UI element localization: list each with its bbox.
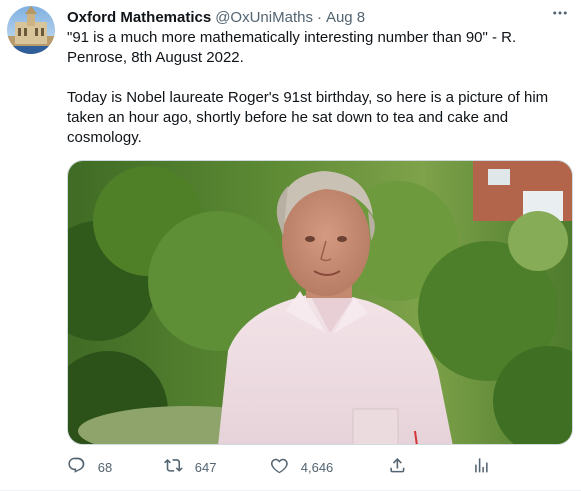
- more-horizontal-icon: [551, 4, 569, 27]
- more-options-button[interactable]: [548, 5, 572, 25]
- like-button[interactable]: 4,646: [270, 455, 333, 479]
- tweet-article: Oxford Mathematics @OxUniMaths · Aug 8 "…: [0, 0, 581, 491]
- analytics-icon: [472, 456, 491, 478]
- heart-icon: [270, 456, 289, 478]
- tweet-date[interactable]: Aug 8: [326, 9, 365, 26]
- author-avatar[interactable]: [7, 6, 55, 54]
- tweet-actions: 68 647 4,646: [67, 455, 497, 479]
- analytics-button[interactable]: [472, 455, 491, 479]
- retweet-button[interactable]: 647: [164, 455, 216, 479]
- separator-dot: ·: [316, 8, 322, 26]
- share-icon: [388, 456, 407, 478]
- like-count: 4,646: [300, 459, 334, 475]
- retweet-count: 647: [194, 459, 217, 475]
- reply-count: 68: [97, 459, 113, 475]
- reply-icon: [67, 456, 86, 478]
- author-handle[interactable]: @OxUniMaths: [215, 9, 313, 26]
- tweet-text: "91 is a much more mathematically intere…: [67, 28, 557, 148]
- share-button[interactable]: [388, 455, 407, 479]
- tweet-header: Oxford Mathematics @OxUniMaths · Aug 8: [67, 7, 365, 27]
- tweet-paragraph: "91 is a much more mathematically intere…: [67, 29, 517, 66]
- retweet-icon: [164, 456, 183, 478]
- author-name[interactable]: Oxford Mathematics: [67, 9, 211, 26]
- tweet-paragraph: Today is Nobel laureate Roger's 91st bir…: [67, 89, 549, 146]
- tweet-photo[interactable]: [67, 160, 573, 445]
- reply-button[interactable]: 68: [67, 455, 112, 479]
